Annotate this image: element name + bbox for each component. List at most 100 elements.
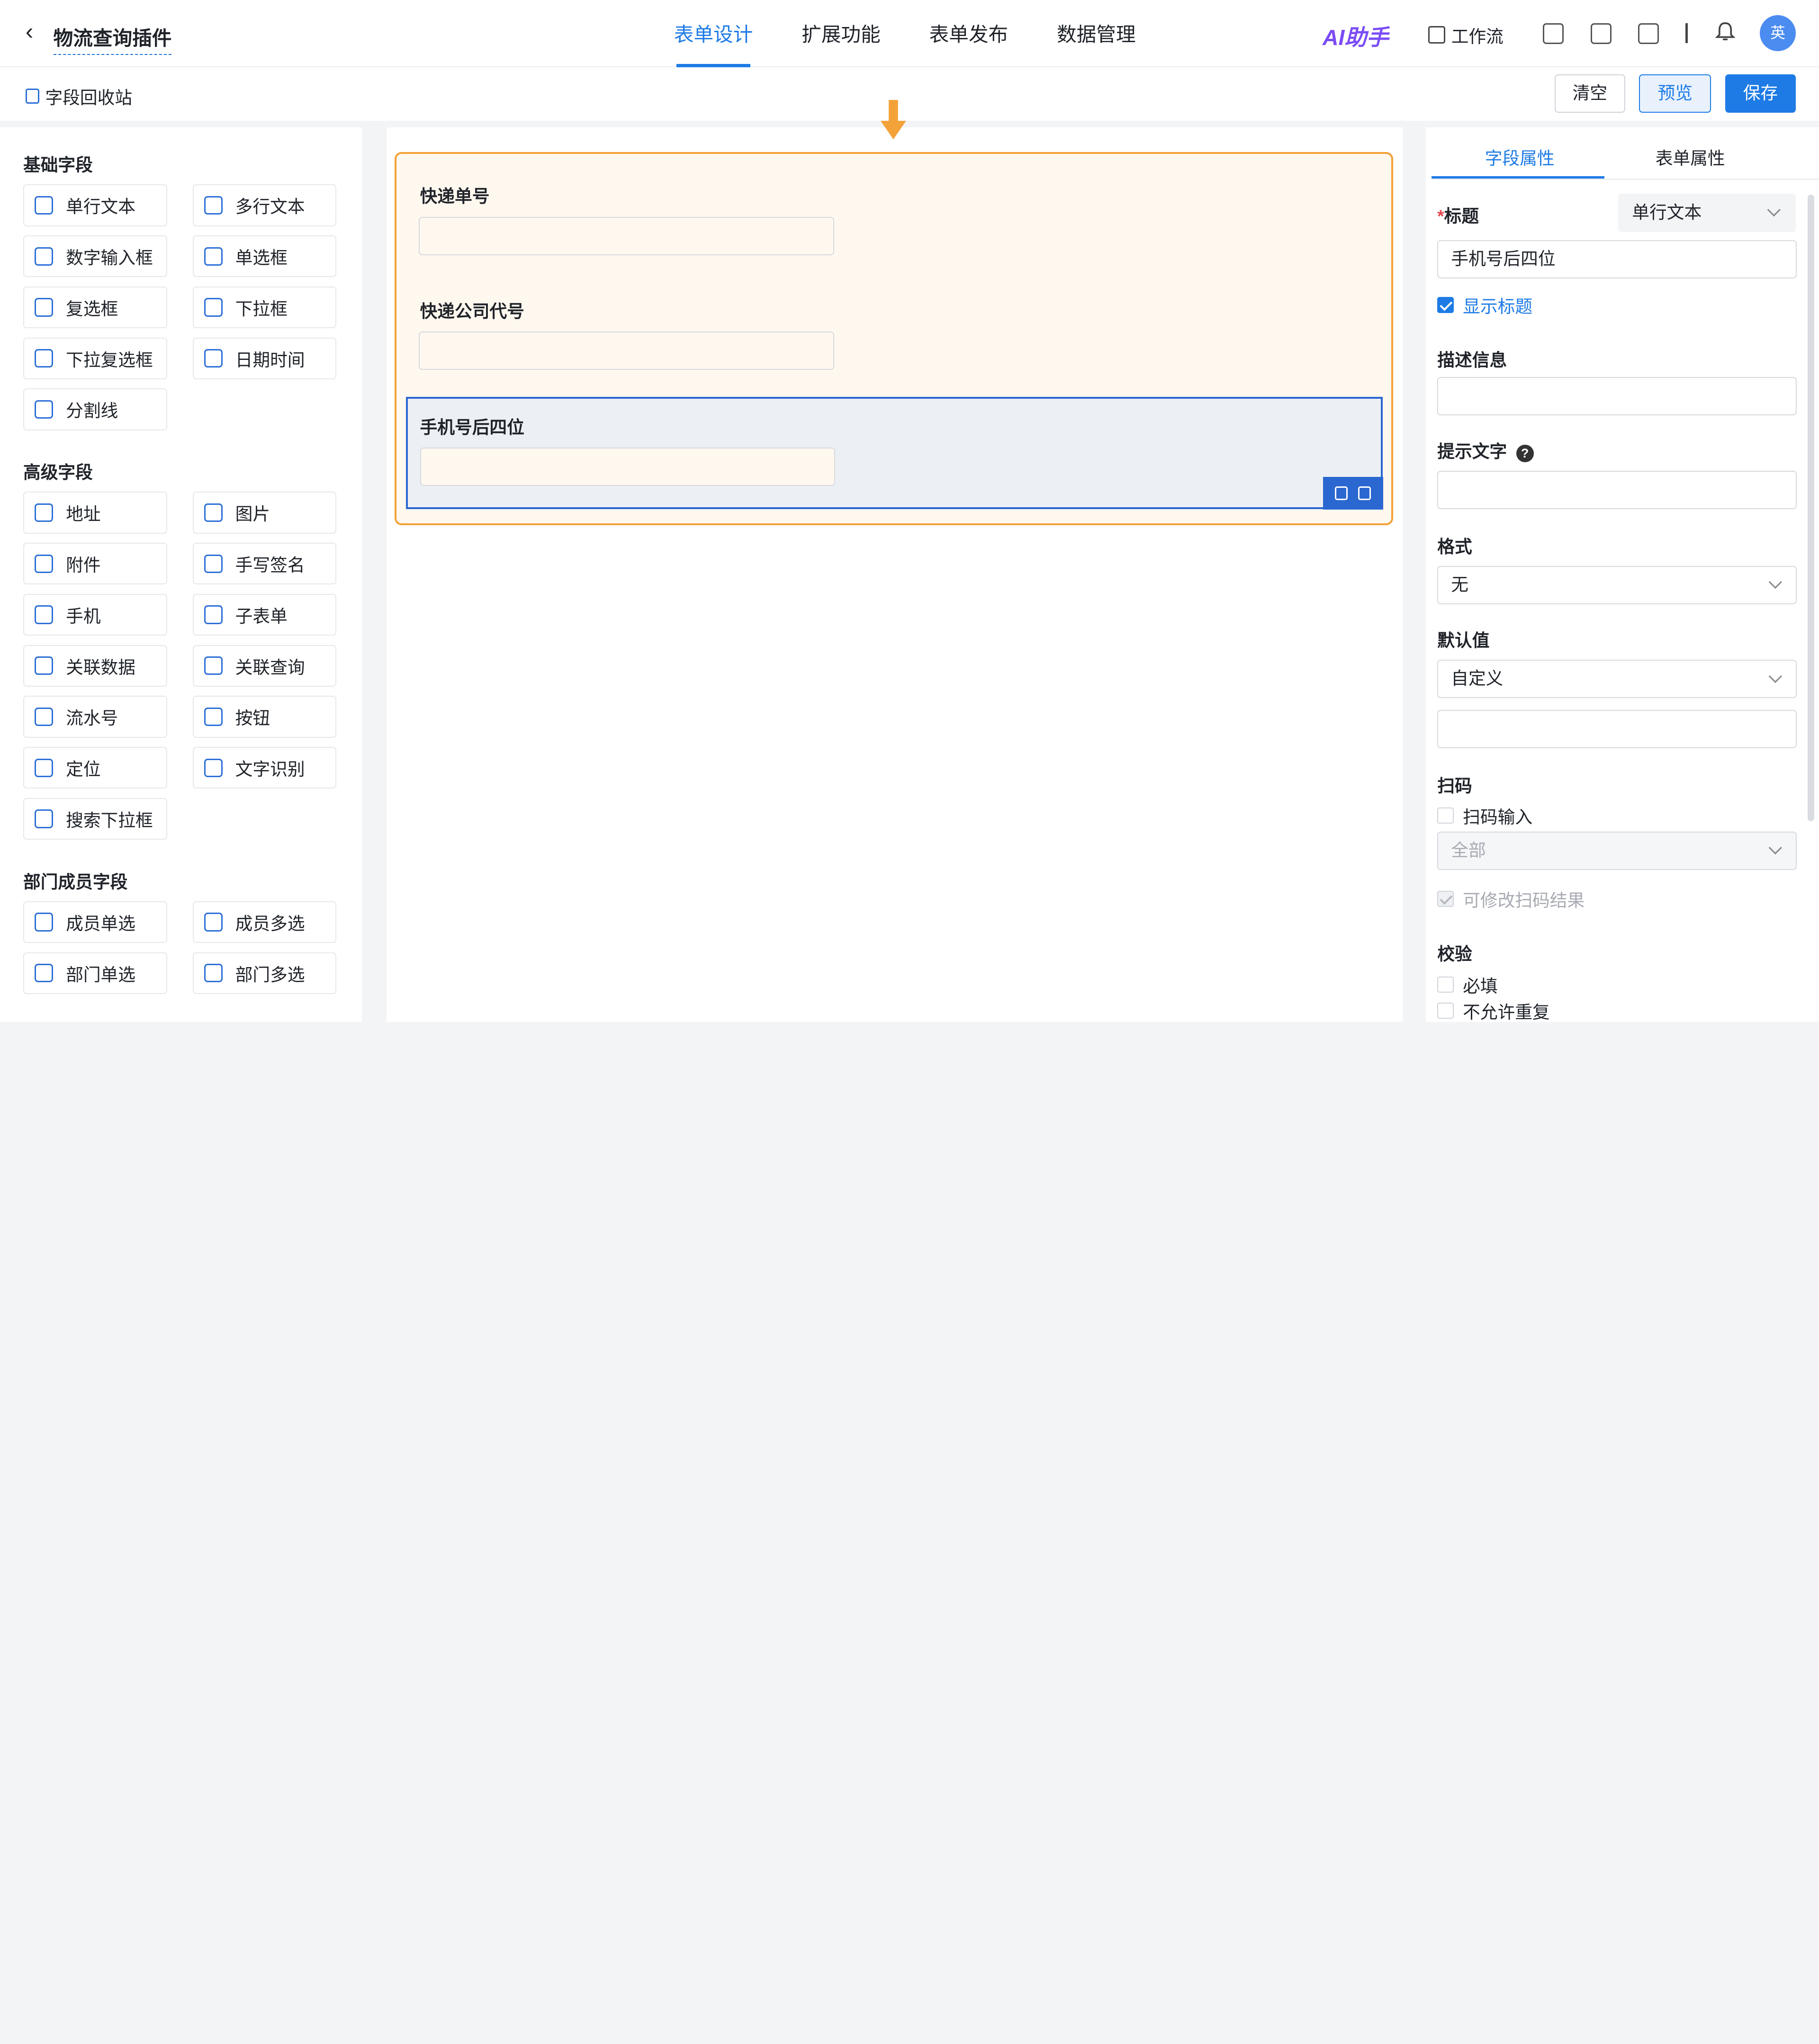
palette-field-label: 下拉框 bbox=[235, 299, 288, 319]
bell-icon[interactable] bbox=[1715, 21, 1736, 43]
required-checkbox[interactable]: 必填 bbox=[1437, 972, 1498, 997]
clear-button[interactable]: 清空 bbox=[1554, 74, 1626, 113]
palette-field-button[interactable]: 子表单 bbox=[192, 593, 337, 636]
palette-field-button[interactable]: 分割线 bbox=[23, 388, 167, 430]
back-button[interactable]: ‹ bbox=[26, 18, 33, 45]
palette-field-button[interactable]: 按钮 bbox=[192, 696, 337, 738]
tab-form-properties[interactable]: 表单属性 bbox=[1656, 144, 1725, 170]
palette-field-button[interactable]: 单选框 bbox=[192, 235, 337, 278]
help-icon[interactable]: ? bbox=[1516, 445, 1534, 462]
tab-field-properties[interactable]: 字段属性 bbox=[1485, 144, 1555, 170]
palette-field-button[interactable]: 图片 bbox=[192, 492, 337, 534]
format-select[interactable]: 无 bbox=[1437, 566, 1797, 604]
trash-icon[interactable] bbox=[1358, 486, 1371, 501]
courier-code-input[interactable] bbox=[419, 332, 834, 370]
palette-field-button[interactable]: 手写签名 bbox=[192, 543, 337, 585]
property-scrollbar[interactable] bbox=[1807, 195, 1815, 821]
main-nav: 表单设计 扩展功能 表单发布 数据管理 bbox=[649, 0, 1160, 68]
workflow-button[interactable]: 工作流 bbox=[1428, 22, 1504, 48]
notebook-icon[interactable] bbox=[1638, 23, 1659, 45]
palette-field-button[interactable]: 部门单选 bbox=[23, 952, 167, 994]
description-input[interactable] bbox=[1437, 377, 1797, 415]
default-mode-select[interactable]: 自定义 bbox=[1437, 660, 1797, 699]
title-prop-text: 标题 bbox=[1444, 206, 1479, 226]
palette-field-button[interactable]: 定位 bbox=[23, 747, 167, 789]
field-type-icon bbox=[204, 247, 223, 266]
field-type-icon bbox=[204, 605, 223, 624]
palette-field-label: 分割线 bbox=[66, 401, 118, 421]
palette-field-label: 定位 bbox=[66, 760, 101, 780]
tab-form-publish[interactable]: 表单发布 bbox=[905, 0, 1032, 67]
field-type-icon bbox=[35, 503, 54, 522]
palette-field-button[interactable]: 文字识别 bbox=[192, 747, 337, 789]
store-icon[interactable] bbox=[1543, 23, 1564, 45]
tab-active-indicator bbox=[1432, 176, 1604, 179]
palette-field-button[interactable]: 搜索下拉框 bbox=[23, 798, 167, 840]
app-title[interactable]: 物流查询插件 bbox=[53, 22, 172, 55]
avatar[interactable]: 英 bbox=[1760, 15, 1796, 51]
field-actions bbox=[1323, 477, 1384, 510]
palette-field-button[interactable]: 关联查询 bbox=[192, 645, 337, 687]
checkbox-icon bbox=[1437, 1003, 1454, 1019]
book-icon[interactable] bbox=[1590, 23, 1612, 45]
scan-input-checkbox[interactable]: 扫码输入 bbox=[1437, 803, 1532, 828]
palette-field-button[interactable]: 手机 bbox=[23, 593, 167, 636]
field-type-icon bbox=[35, 298, 54, 317]
scan-scope-select: 全部 bbox=[1437, 831, 1797, 870]
palette-field-button[interactable]: 复选框 bbox=[23, 286, 167, 329]
field-type-icon bbox=[35, 809, 54, 828]
ai-assistant-button[interactable]: AI助手 bbox=[1323, 20, 1389, 52]
palette-field-button[interactable]: 部门多选 bbox=[192, 952, 337, 994]
recycle-label: 字段回收站 bbox=[45, 88, 133, 108]
palette-field-button[interactable]: 数字输入框 bbox=[23, 235, 167, 278]
preview-button[interactable]: 预览 bbox=[1639, 74, 1711, 113]
palette-field-button[interactable]: 日期时间 bbox=[192, 337, 337, 379]
palette-field-label: 单行文本 bbox=[66, 197, 135, 217]
palette-field-button[interactable]: 成员单选 bbox=[23, 901, 167, 943]
top-bar: ‹ 物流查询插件 表单设计 扩展功能 表单发布 数据管理 AI助手 工作流 英 bbox=[0, 0, 1819, 68]
palette-field-button[interactable]: 关联数据 bbox=[23, 645, 167, 687]
palette-field-button[interactable]: 成员多选 bbox=[192, 901, 337, 943]
palette-field-button[interactable]: 地址 bbox=[23, 492, 167, 534]
field-type-select[interactable]: 单行文本 bbox=[1618, 193, 1796, 232]
field-type-icon bbox=[35, 605, 54, 624]
scan-modify-label: 可修改扫码结果 bbox=[1463, 891, 1585, 911]
tab-data-management[interactable]: 数据管理 bbox=[1033, 0, 1160, 67]
field-type-icon bbox=[204, 554, 223, 573]
palette-field-button[interactable]: 流水号 bbox=[23, 696, 167, 738]
palette-field-button[interactable]: 多行文本 bbox=[192, 184, 337, 226]
palette-field-button[interactable]: 下拉框 bbox=[192, 286, 337, 329]
format-prop-label: 格式 bbox=[1437, 537, 1472, 557]
default-value-input[interactable] bbox=[1437, 709, 1797, 748]
field-type-value: 单行文本 bbox=[1632, 202, 1702, 222]
show-title-checkbox[interactable]: 显示标题 bbox=[1437, 292, 1532, 318]
palette-field-label: 手写签名 bbox=[235, 556, 305, 575]
scan-input-label: 扫码输入 bbox=[1463, 807, 1533, 827]
copy-icon[interactable] bbox=[1335, 486, 1348, 501]
palette-field-button[interactable]: 附件 bbox=[23, 543, 167, 585]
field-recycle-bin[interactable]: 字段回收站 bbox=[25, 83, 133, 109]
field-type-icon bbox=[35, 964, 54, 983]
title-input[interactable]: 手机号后四位 bbox=[1437, 240, 1797, 278]
default-mode-value: 自定义 bbox=[1451, 669, 1504, 689]
save-button[interactable]: 保存 bbox=[1725, 74, 1796, 113]
palette-field-label: 数字输入框 bbox=[66, 248, 153, 268]
field-type-icon bbox=[204, 196, 223, 215]
phone-last4-input[interactable] bbox=[420, 448, 836, 486]
chevron-down-icon bbox=[1767, 203, 1781, 216]
field-type-icon bbox=[204, 503, 223, 522]
tab-extensions[interactable]: 扩展功能 bbox=[777, 0, 905, 67]
tracking-number-input[interactable] bbox=[419, 216, 834, 255]
palette-field-button[interactable]: 下拉复选框 bbox=[23, 337, 167, 379]
no-repeat-checkbox[interactable]: 不允许重复 bbox=[1437, 1000, 1550, 1022]
palette-field-label: 按钮 bbox=[235, 708, 270, 728]
field-type-icon bbox=[35, 400, 54, 419]
palette-field-button[interactable]: 单行文本 bbox=[23, 184, 167, 226]
tab-form-design[interactable]: 表单设计 bbox=[649, 0, 777, 68]
hint-input[interactable] bbox=[1437, 471, 1797, 510]
checkbox-disabled-icon bbox=[1437, 890, 1454, 907]
palette-field-label: 复选框 bbox=[66, 299, 118, 319]
palette-field-label: 关联查询 bbox=[235, 657, 305, 677]
field-type-icon bbox=[35, 707, 54, 726]
scan-scope-value: 全部 bbox=[1451, 840, 1486, 860]
